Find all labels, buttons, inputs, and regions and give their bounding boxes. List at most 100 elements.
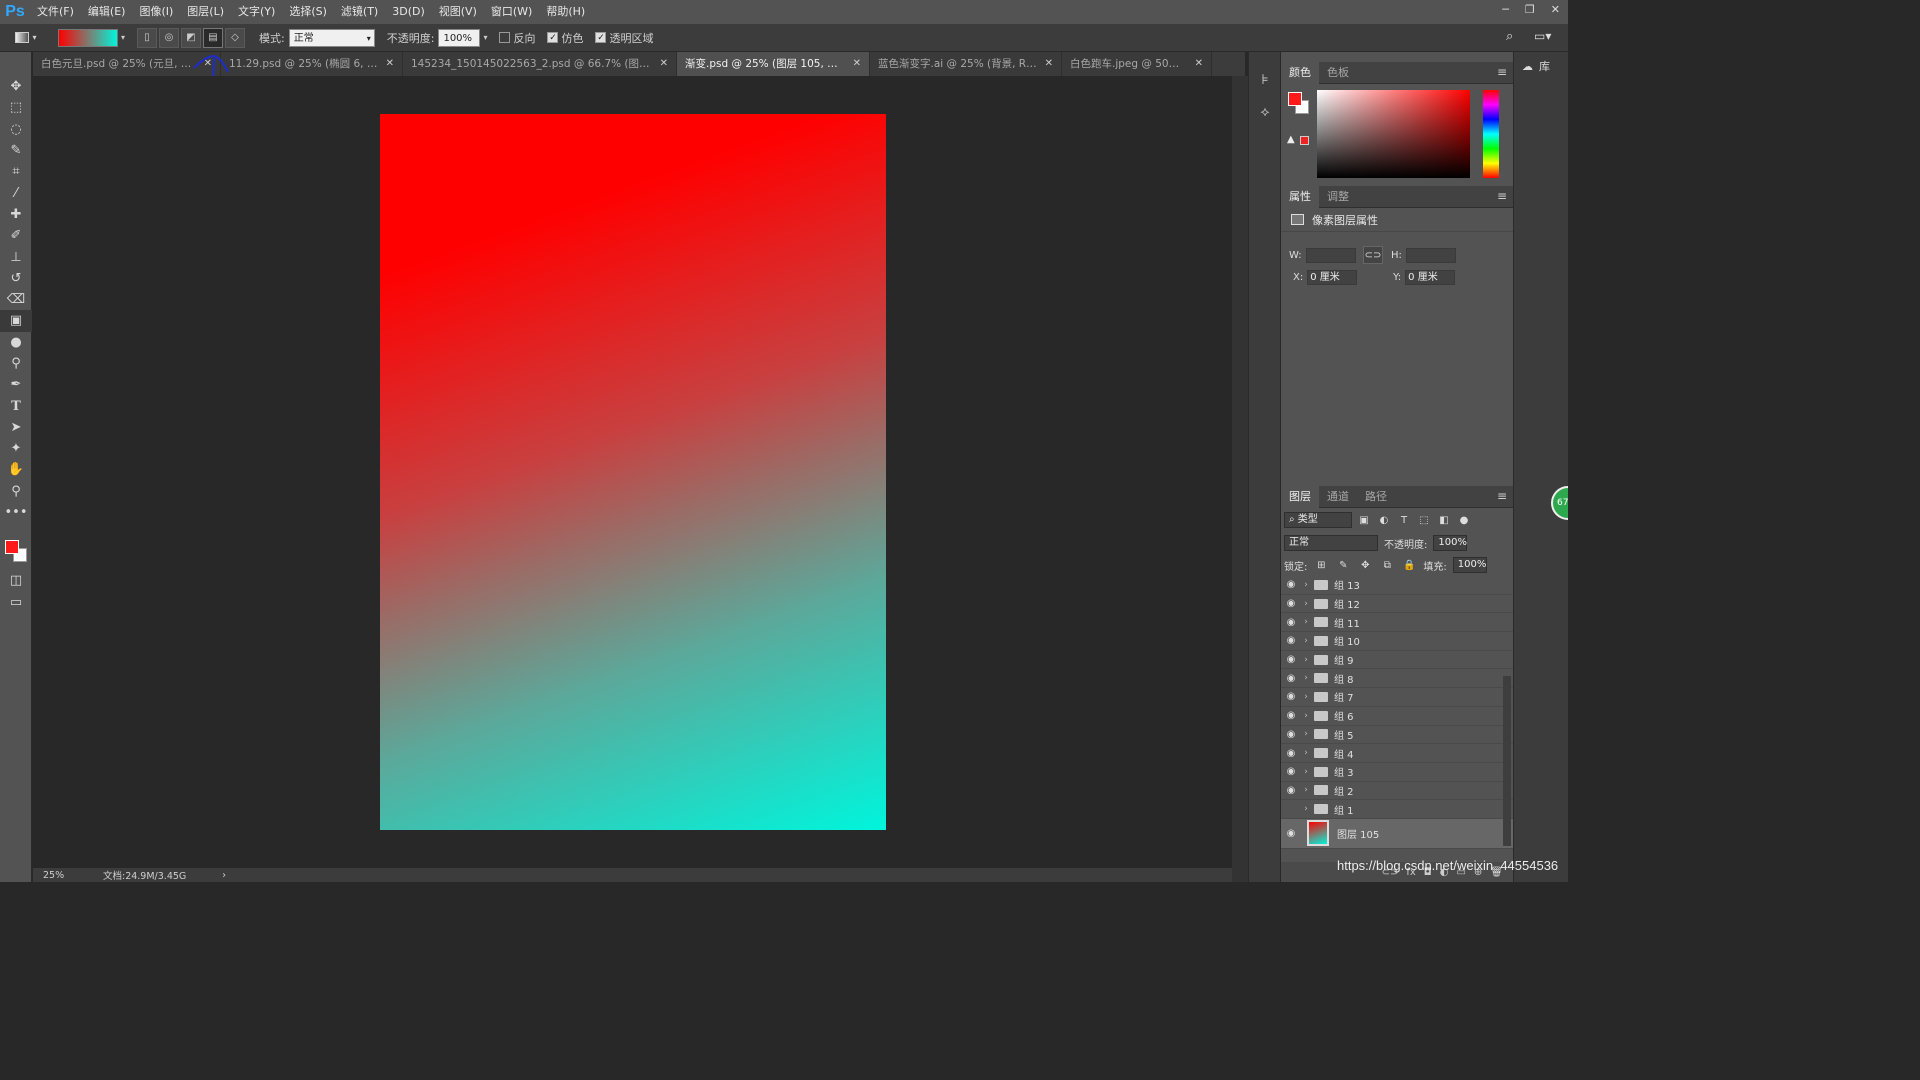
fill-input[interactable]: 100% (1452, 557, 1487, 573)
eye-icon[interactable]: ◉ (1281, 729, 1301, 740)
eye-icon[interactable]: ◉ (1281, 579, 1301, 590)
gamut-warning-icon[interactable]: ▲ (1287, 134, 1295, 145)
y-field[interactable]: 0 厘米 (1405, 270, 1456, 285)
color-field[interactable] (1317, 90, 1470, 178)
color-swatches[interactable] (4, 538, 30, 564)
close-icon[interactable]: ✕ (660, 52, 668, 76)
panel-menu-icon[interactable]: ≡ (1497, 65, 1507, 79)
minimize-icon[interactable]: ─ (1502, 3, 1509, 16)
restore-icon[interactable]: ❐ (1525, 3, 1535, 16)
tool-preset-picker[interactable]: ▾ (8, 28, 44, 48)
eye-icon[interactable]: ◉ (1281, 673, 1301, 684)
close-icon[interactable]: ✕ (204, 52, 212, 76)
menu-help[interactable]: 帮助(H) (539, 0, 592, 24)
dither-checkbox[interactable]: ✓ 仿色 (547, 30, 583, 46)
layer-row[interactable]: ◉ › 组 4 (1281, 744, 1513, 763)
lock-all-icon[interactable]: 🔒 (1401, 557, 1417, 573)
history-panel-icon[interactable]: ⊧ (1249, 64, 1281, 96)
tab-document-active[interactable]: 渐变.psd @ 25% (图层 105, RGB/8) * ✕ (677, 52, 870, 76)
type-tool-icon[interactable]: T (0, 395, 32, 416)
eye-icon[interactable]: ◉ (1281, 766, 1301, 777)
layer-row[interactable]: ◉ › 组 11 (1281, 613, 1513, 633)
diamond-gradient-button[interactable]: ◇ (225, 27, 246, 48)
filter-smart-object-icon[interactable]: ◧ (1436, 512, 1452, 528)
eye-icon[interactable]: ◉ (1281, 785, 1301, 796)
search-icon[interactable]: ⌕ (1506, 29, 1513, 44)
transparency-check-box[interactable]: ✓ (595, 32, 607, 43)
zoom-tool-icon[interactable]: ⚲ (0, 481, 32, 502)
eye-icon[interactable]: ◉ (1281, 691, 1301, 702)
filter-toggle-icon[interactable]: ● (1456, 512, 1472, 528)
marquee-tool-icon[interactable]: ⬚ (0, 97, 32, 118)
gradient-dropdown-chevron-icon[interactable]: ▾ (121, 33, 125, 42)
path-select-tool-icon[interactable]: ➤ (0, 417, 32, 438)
dodge-tool-icon[interactable]: ⚲ (0, 353, 32, 374)
menu-filter[interactable]: 滤镜(T) (334, 0, 385, 24)
chevron-right-icon[interactable]: › (1301, 692, 1311, 702)
panel-menu-icon[interactable]: ≡ (1497, 189, 1507, 203)
document-canvas[interactable] (380, 114, 886, 830)
canvas-area[interactable] (33, 76, 1232, 868)
opacity-input[interactable]: 100% (438, 28, 481, 47)
blend-mode-select[interactable]: 正常 (1284, 535, 1378, 551)
healing-brush-tool-icon[interactable]: ✚ (0, 204, 32, 225)
menu-edit[interactable]: 编辑(E) (81, 0, 133, 24)
chevron-right-icon[interactable]: › (1301, 767, 1311, 777)
gradient-picker[interactable] (58, 28, 118, 47)
layer-row[interactable]: ◉ › 组 10 (1281, 632, 1513, 651)
eye-icon[interactable]: ◉ (1281, 598, 1301, 609)
chevron-right-icon[interactable]: › (1301, 748, 1311, 758)
lock-position-icon[interactable]: ✥ (1357, 557, 1373, 573)
chevron-right-icon[interactable]: › (1301, 785, 1311, 795)
menu-type[interactable]: 文字(Y) (231, 0, 282, 24)
layer-row[interactable]: ◉ › 组 5 (1281, 726, 1513, 745)
menu-file[interactable]: 文件(F) (30, 0, 81, 24)
reverse-check-box[interactable] (499, 32, 511, 43)
transparency-checkbox[interactable]: ✓ 透明区域 (595, 30, 653, 46)
tab-document[interactable]: 11.29.psd @ 25% (椭圆 6, CMYK... ✕ (221, 52, 403, 76)
eye-icon[interactable]: ◉ (1281, 828, 1301, 839)
filter-pixel-icon[interactable]: ▣ (1356, 512, 1372, 528)
eye-icon[interactable]: ◉ (1281, 710, 1301, 721)
move-tool-icon[interactable]: ✥ (0, 76, 32, 97)
eyedropper-tool-icon[interactable]: ⁄ (0, 182, 32, 203)
layer-row[interactable]: ◉ › 组 12 (1281, 595, 1513, 614)
filter-adjustment-icon[interactable]: ◐ (1376, 512, 1392, 528)
menu-window[interactable]: 窗口(W) (484, 0, 539, 24)
menu-image[interactable]: 图像(I) (132, 0, 180, 24)
menu-3d[interactable]: 3D(D) (385, 0, 432, 24)
close-icon[interactable]: ✕ (386, 52, 394, 76)
tab-document[interactable]: 蓝色渐变字.ai @ 25% (背景, RGB/... ✕ (870, 52, 1062, 76)
chevron-right-icon[interactable]: › (1301, 729, 1311, 739)
hue-slider[interactable] (1483, 90, 1499, 178)
chevron-right-icon[interactable]: › (1301, 655, 1311, 665)
tab-document[interactable]: 白色跑车.jpeg @ 50%(RGB... ✕ (1062, 52, 1212, 76)
pen-tool-icon[interactable]: ✒ (0, 374, 32, 395)
menu-layer[interactable]: 图层(L) (180, 0, 231, 24)
quick-mask-icon[interactable]: ◫ (0, 570, 32, 591)
reflected-gradient-button[interactable]: ▤ (203, 27, 224, 48)
layer-row[interactable]: ◉ › 组 13 (1281, 576, 1513, 595)
chevron-right-icon[interactable]: › (1301, 804, 1311, 814)
dither-check-box[interactable]: ✓ (547, 32, 559, 43)
radial-gradient-button[interactable]: ◎ (159, 27, 180, 48)
tab-channels[interactable]: 通道 (1319, 486, 1357, 508)
tab-properties[interactable]: 属性 (1281, 185, 1319, 208)
width-field[interactable] (1305, 248, 1356, 263)
libraries-button[interactable]: ☁ 库 (1514, 52, 1568, 80)
layer-filter-select[interactable]: ⌕ 类型 (1284, 512, 1352, 528)
chevron-right-icon[interactable]: › (1301, 711, 1311, 721)
layer-row[interactable]: ◉ › 组 8 (1281, 669, 1513, 689)
close-icon[interactable]: ✕ (853, 52, 861, 76)
tab-paths[interactable]: 路径 (1357, 486, 1395, 508)
linear-gradient-button[interactable]: ▯ (137, 27, 158, 48)
tab-swatches[interactable]: 色板 (1319, 62, 1357, 84)
layer-row-selected[interactable]: ◉ 图层 105 (1281, 818, 1513, 849)
layer-row[interactable]: ◉ › 组 9 (1281, 651, 1513, 670)
angle-gradient-button[interactable]: ◩ (181, 27, 202, 48)
height-field[interactable] (1405, 248, 1456, 263)
close-icon[interactable]: ✕ (1045, 52, 1053, 76)
tab-document[interactable]: 145234_150145022563_2.psd @ 66.7% (图层 1,… (403, 52, 677, 76)
mode-select[interactable]: 正常 ▾ (288, 28, 375, 47)
panel-menu-icon[interactable]: ≡ (1497, 489, 1507, 503)
